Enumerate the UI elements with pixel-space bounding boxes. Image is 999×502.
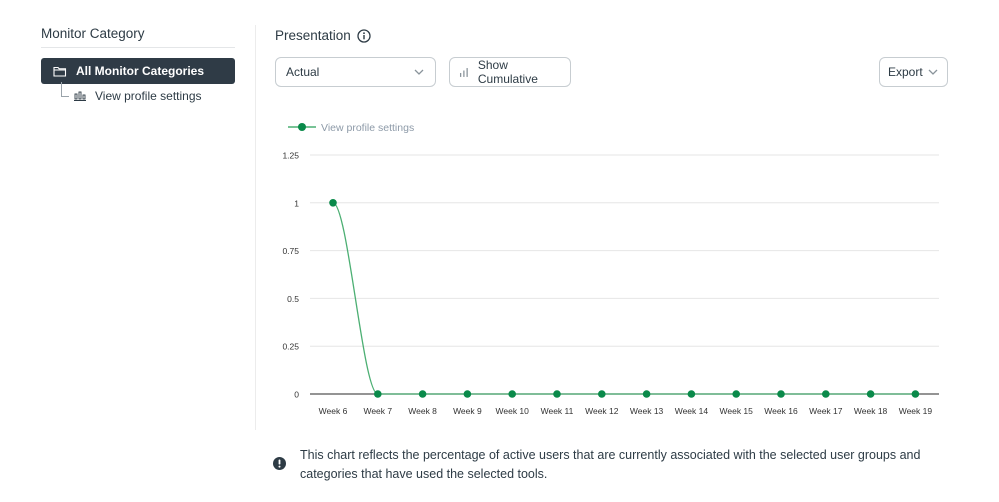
data-point[interactable] xyxy=(508,390,516,398)
x-tick-label: Week 12 xyxy=(585,406,619,416)
legend-label: View profile settings xyxy=(321,122,414,134)
line-chart: View profile settings 0 0.25 0.5 0.75 1 1.25 … xyxy=(270,110,960,420)
presentation-select-value: Actual xyxy=(286,65,320,79)
y-tick-label: 0.5 xyxy=(287,294,299,304)
panel-divider xyxy=(255,25,256,430)
x-tick-label: Week 7 xyxy=(363,406,392,416)
sidebar-item-label: View profile settings xyxy=(95,89,202,103)
folder-icon xyxy=(53,66,67,77)
chart-legend[interactable]: View profile settings xyxy=(288,122,414,134)
data-point[interactable] xyxy=(866,390,875,398)
tree-connector xyxy=(61,96,69,97)
data-point[interactable] xyxy=(418,390,427,398)
export-button[interactable]: Export xyxy=(879,57,948,87)
sidebar-title: Monitor Category xyxy=(41,25,235,48)
data-point[interactable] xyxy=(329,199,337,207)
x-tick-label: Week 16 xyxy=(764,406,798,416)
chevron-down-icon xyxy=(414,69,424,75)
data-point[interactable] xyxy=(642,390,651,398)
show-cumulative-label: Show Cumulative xyxy=(477,58,538,86)
chart-grid xyxy=(310,154,939,395)
x-tick-label: Week 11 xyxy=(541,406,574,416)
tree-connector xyxy=(61,82,62,96)
info-icon[interactable] xyxy=(357,28,371,43)
y-tick-label: 1.25 xyxy=(282,151,299,161)
sidebar-item-view-profile-settings[interactable]: View profile settings xyxy=(41,82,235,108)
presentation-select[interactable]: Actual xyxy=(275,57,436,87)
y-tick-label: 0 xyxy=(294,390,299,400)
presentation-title: Presentation xyxy=(275,28,351,43)
data-point[interactable] xyxy=(687,390,696,398)
alert-icon xyxy=(273,457,286,470)
x-tick-label: Week 10 xyxy=(496,406,530,416)
note-text: This chart reflects the percentage of ac… xyxy=(300,448,921,481)
x-tick-label: Week 19 xyxy=(899,406,933,416)
x-tick-label: Week 17 xyxy=(809,406,843,416)
data-point[interactable] xyxy=(553,390,561,398)
x-tick-label: Week 9 xyxy=(453,406,482,416)
bar-chart-icon xyxy=(74,91,86,101)
x-tick-label: Week 14 xyxy=(675,406,709,416)
y-axis: 0 0.25 0.5 0.75 1 1.25 xyxy=(282,151,299,400)
y-tick-label: 0.25 xyxy=(282,342,299,352)
y-tick-label: 0.75 xyxy=(282,246,299,256)
chevron-down-icon xyxy=(928,69,938,75)
x-tick-label: Week 15 xyxy=(720,406,754,416)
x-axis: Week 6 Week 7 Week 8 Week 9 Week 10 Week 11 We… xyxy=(319,406,933,416)
sidebar-item-label: All Monitor Categories xyxy=(76,64,205,78)
y-tick-label: 1 xyxy=(294,198,299,208)
bar-chart-icon xyxy=(459,68,468,77)
export-label: Export xyxy=(888,65,923,79)
data-point[interactable] xyxy=(598,390,606,398)
x-tick-label: Week 8 xyxy=(408,406,437,416)
x-tick-label: Week 13 xyxy=(630,406,664,416)
show-cumulative-button[interactable]: Show Cumulative xyxy=(449,57,571,87)
data-point[interactable] xyxy=(777,390,785,398)
chart-note: This chart reflects the percentage of ac… xyxy=(273,446,953,484)
sidebar-item-all-monitor-categories[interactable]: All Monitor Categories xyxy=(41,58,235,84)
chart-svg: View profile settings 00.250.50.7511.25 … xyxy=(282,122,939,416)
monitor-category-sidebar: Monitor Category All Monitor Categories … xyxy=(41,25,235,108)
x-tick-label: Week 6 xyxy=(319,406,348,416)
legend-marker xyxy=(298,123,306,131)
data-point[interactable] xyxy=(732,390,740,398)
x-tick-label: Week 18 xyxy=(854,406,888,416)
data-point[interactable] xyxy=(463,390,472,398)
presentation-header: Presentation xyxy=(275,28,371,43)
data-point[interactable] xyxy=(911,390,920,398)
data-point[interactable] xyxy=(822,390,830,398)
data-point[interactable] xyxy=(374,390,382,398)
